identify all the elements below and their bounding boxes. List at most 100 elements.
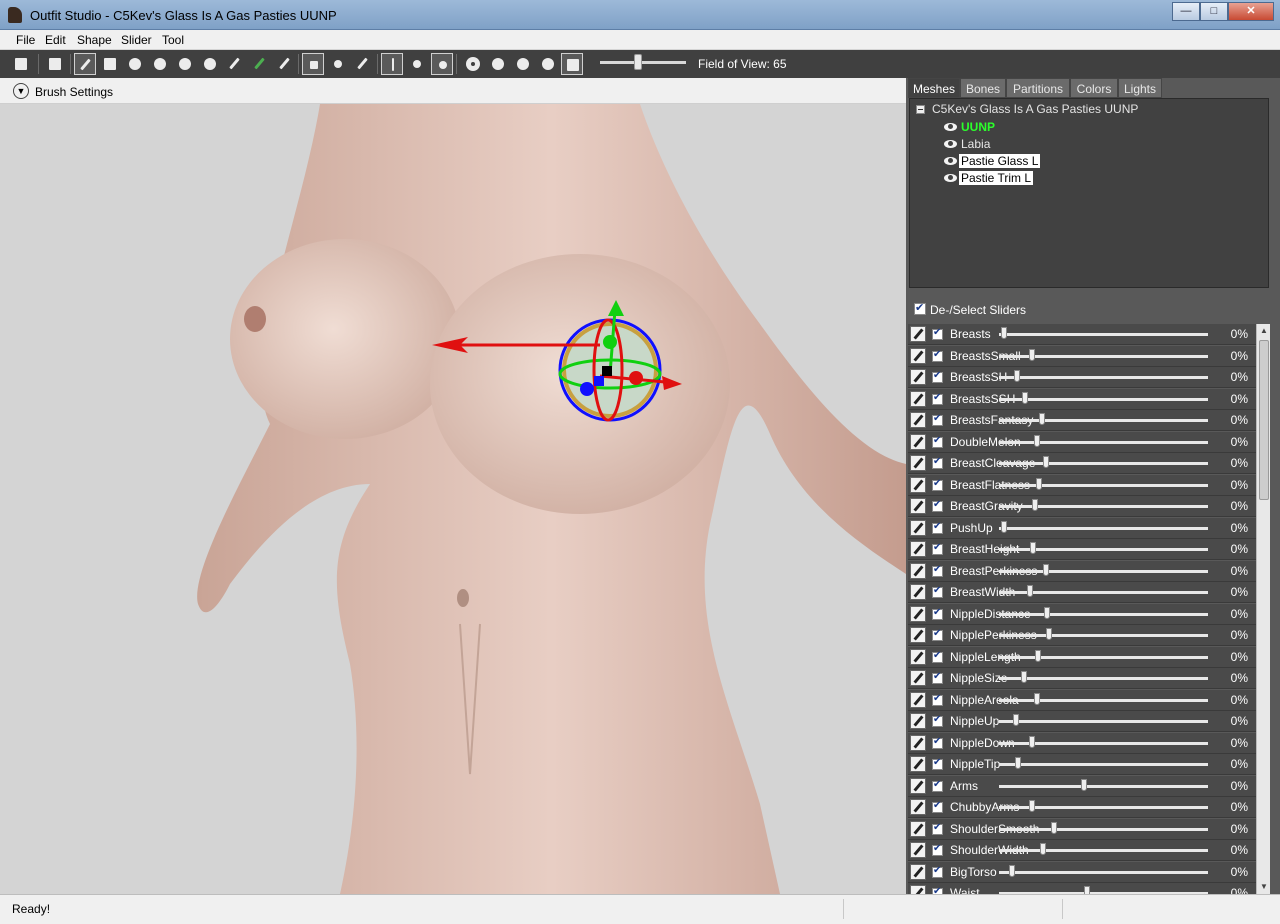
slider-value[interactable]: 0% — [1218, 714, 1248, 728]
slider-value[interactable]: 0% — [1218, 542, 1248, 556]
slider-value[interactable]: 0% — [1218, 435, 1248, 449]
slider-checkbox[interactable] — [932, 435, 943, 448]
slider-scrollbar[interactable]: ▲ ▼ — [1256, 324, 1270, 894]
slider-row[interactable]: NipplePerkiness0% — [908, 625, 1256, 646]
slider-checkbox[interactable] — [932, 564, 943, 577]
gizmo-handle-x[interactable] — [629, 371, 643, 385]
tab-colors[interactable]: Colors — [1070, 78, 1118, 98]
tab-bones[interactable]: Bones — [960, 78, 1006, 98]
slider-thumb[interactable] — [1009, 864, 1015, 877]
vertex-edit-button[interactable] — [352, 53, 374, 75]
slider-checkbox[interactable] — [932, 822, 943, 835]
connected-only-button[interactable] — [406, 53, 428, 75]
slider-track[interactable] — [999, 419, 1208, 422]
slider-row[interactable]: BreastWidth0% — [908, 582, 1256, 603]
deflate-brush-button[interactable] — [149, 53, 171, 75]
slider-value[interactable]: 0% — [1218, 392, 1248, 406]
slider-checkbox[interactable] — [932, 736, 943, 749]
pencil-icon[interactable] — [910, 605, 926, 622]
field-of-view-slider[interactable] — [600, 61, 686, 64]
show-mask-button[interactable] — [537, 53, 559, 75]
gizmo-handle-z[interactable] — [580, 382, 594, 396]
slider-thumb[interactable] — [1030, 542, 1036, 554]
slider-thumb[interactable] — [1029, 348, 1035, 361]
slider-thumb[interactable] — [1034, 692, 1040, 705]
slider-value[interactable]: 0% — [1218, 671, 1248, 685]
pencil-icon[interactable] — [910, 476, 926, 493]
slider-thumb[interactable] — [1084, 886, 1090, 894]
slider-row[interactable]: BreastsSH0% — [908, 367, 1256, 388]
alpha-brush-button[interactable] — [274, 53, 296, 75]
pencil-icon[interactable] — [910, 519, 926, 536]
show-vertices-button[interactable] — [462, 53, 484, 75]
slider-checkbox[interactable] — [932, 757, 943, 770]
slider-thumb[interactable] — [1021, 671, 1027, 683]
slider-row[interactable]: Breasts 0% — [908, 324, 1256, 345]
slider-row[interactable]: ShoulderSmooth0% — [908, 818, 1256, 840]
slider-checkbox[interactable] — [932, 800, 943, 813]
slider-track[interactable] — [999, 505, 1208, 508]
minimize-button[interactable]: — — [1172, 2, 1200, 21]
slider-track[interactable] — [999, 870, 1208, 874]
slider-thumb[interactable] — [1039, 413, 1045, 425]
slider-row[interactable]: NippleTip 0% — [908, 754, 1256, 775]
slider-checkbox[interactable] — [932, 392, 943, 405]
slider-value[interactable]: 0% — [1218, 865, 1248, 879]
pencil-icon[interactable] — [910, 433, 926, 450]
slider-row[interactable]: PushUp 0% — [908, 517, 1256, 539]
slider-row[interactable]: NippleDistance0% — [908, 603, 1256, 625]
pencil-icon[interactable] — [910, 369, 926, 385]
mesh-tree[interactable]: C5Kev's Glass Is A Gas Pasties UUNP UUNP… — [909, 98, 1269, 288]
pencil-icon[interactable] — [910, 648, 926, 665]
slider-row[interactable]: BreastsFantasy0% — [908, 410, 1256, 431]
reference-outfit-button[interactable] — [10, 53, 32, 75]
pencil-icon[interactable] — [910, 562, 926, 579]
slider-value[interactable]: 0% — [1218, 564, 1248, 578]
slider-checkbox[interactable] — [932, 413, 943, 426]
slider-row[interactable]: NippleLength0% — [908, 646, 1256, 668]
slider-row[interactable]: NippleUp 0% — [908, 711, 1256, 732]
lighting-button[interactable] — [512, 53, 534, 75]
pencil-icon[interactable] — [910, 777, 926, 794]
mirror-x-button[interactable] — [381, 53, 403, 75]
slider-checkbox[interactable] — [932, 542, 943, 555]
slider-track[interactable] — [999, 333, 1208, 336]
slider-checkbox[interactable] — [932, 607, 943, 620]
slider-value[interactable]: 0% — [1218, 757, 1248, 771]
pencil-icon[interactable] — [910, 691, 926, 708]
slider-checkbox[interactable] — [932, 478, 943, 491]
slider-value[interactable]: 0% — [1218, 585, 1248, 599]
slider-value[interactable]: 0% — [1218, 521, 1248, 535]
slider-row[interactable]: Waist 0% — [908, 883, 1256, 894]
slider-track[interactable] — [999, 483, 1208, 487]
slider-value[interactable]: 0% — [1218, 413, 1248, 427]
pencil-icon[interactable] — [910, 756, 926, 772]
slider-track[interactable] — [999, 698, 1208, 702]
slider-row[interactable]: NippleDown0% — [908, 732, 1256, 754]
slider-checkbox[interactable] — [932, 521, 943, 534]
slider-row[interactable]: BigTorso 0% — [908, 861, 1256, 883]
slider-checkbox[interactable] — [932, 499, 943, 512]
transform-tool-button[interactable] — [302, 53, 324, 75]
slider-track[interactable] — [999, 397, 1208, 401]
slider-thumb[interactable] — [1022, 391, 1028, 404]
scroll-thumb[interactable] — [1259, 340, 1269, 500]
slider-thumb[interactable] — [1044, 606, 1050, 619]
mesh-item-uunp[interactable]: UUNP — [944, 119, 997, 135]
inflate-brush-button[interactable] — [124, 53, 146, 75]
slider-checkbox[interactable] — [932, 349, 943, 362]
move-brush-button[interactable] — [174, 53, 196, 75]
scroll-up-icon[interactable]: ▲ — [1258, 324, 1270, 338]
slider-value[interactable]: 0% — [1218, 456, 1248, 470]
pencil-icon[interactable] — [910, 347, 926, 364]
slider-track[interactable] — [999, 440, 1208, 444]
slider-checkbox[interactable] — [932, 327, 943, 340]
slider-thumb[interactable] — [1013, 714, 1019, 726]
slider-value[interactable]: 0% — [1218, 779, 1248, 793]
slider-row[interactable]: BreastCleavage0% — [908, 453, 1256, 474]
slider-row[interactable]: BreastGravity0% — [908, 496, 1256, 517]
slider-thumb[interactable] — [1040, 843, 1046, 855]
slider-thumb[interactable] — [1015, 757, 1021, 769]
slider-value[interactable]: 0% — [1218, 628, 1248, 642]
slider-row[interactable]: ShoulderWidth0% — [908, 840, 1256, 861]
